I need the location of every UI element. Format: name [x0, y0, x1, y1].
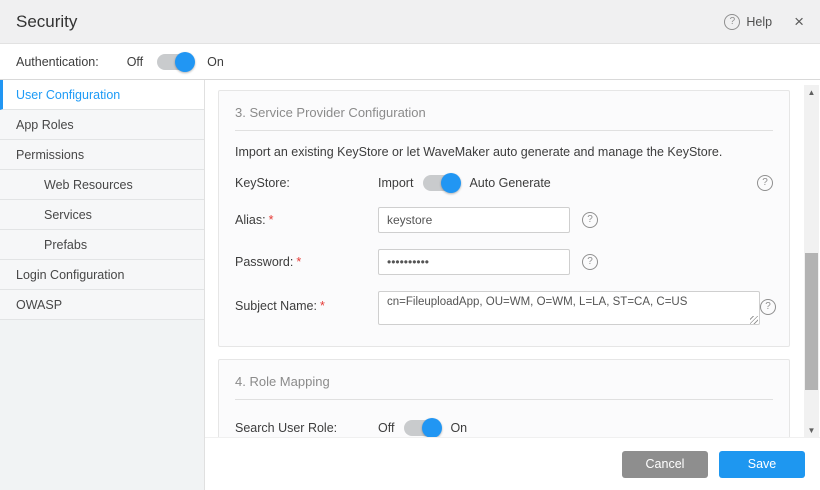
scroll-down-icon[interactable]: ▼ [804, 423, 819, 437]
scrollbar-thumb[interactable] [805, 253, 818, 390]
help-label: Help [746, 15, 772, 29]
vertical-scrollbar: ▲ ▼ [804, 85, 819, 437]
subject-name-field-wrap: cn=FileuploadApp, OU=WM, O=WM, L=LA, ST=… [378, 291, 760, 328]
search-user-role-toggle[interactable] [404, 420, 440, 436]
search-user-role-off-label: Off [378, 421, 394, 435]
section-title: 3. Service Provider Configuration [235, 105, 773, 131]
page-title: Security [16, 12, 77, 32]
authentication-off-label: Off [127, 55, 143, 69]
toggle-knob [175, 52, 195, 72]
keystore-autogenerate-label: Auto Generate [469, 176, 550, 190]
authentication-bar: Authentication: Off On [0, 44, 820, 80]
subject-name-label: Subject Name:* [235, 291, 378, 313]
authentication-on-label: On [207, 55, 224, 69]
sidebar-item-prefabs[interactable]: Prefabs [0, 230, 204, 260]
alias-input[interactable] [378, 207, 570, 233]
sidebar-item-user-configuration[interactable]: User Configuration [0, 80, 204, 110]
help-button[interactable]: ? Help [724, 14, 772, 30]
keystore-label: KeyStore: [235, 176, 378, 190]
toggle-knob [422, 418, 442, 437]
header: Security ? Help × [0, 0, 820, 44]
sidebar-item-web-resources[interactable]: Web Resources [0, 170, 204, 200]
sidebar-item-permissions[interactable]: Permissions [0, 140, 204, 170]
help-icon: ? [724, 14, 740, 30]
subject-name-textarea[interactable]: cn=FileuploadApp, OU=WM, O=WM, L=LA, ST=… [378, 291, 760, 325]
keystore-help-icon[interactable]: ? [757, 175, 773, 191]
save-button[interactable]: Save [719, 451, 805, 478]
keystore-import-label: Import [378, 176, 413, 190]
sidebar: User Configuration App Roles Permissions… [0, 80, 205, 490]
required-marker: * [269, 213, 274, 227]
alias-help-icon[interactable]: ? [582, 212, 598, 228]
section-title: 4. Role Mapping [235, 374, 773, 400]
password-input[interactable] [378, 249, 570, 275]
required-marker: * [320, 299, 325, 313]
password-label: Password:* [235, 255, 378, 269]
section-description: Import an existing KeyStore or let WaveM… [235, 145, 773, 159]
security-dialog: Security ? Help × Authentication: Off On… [0, 0, 820, 490]
role-mapping-panel: 4. Role Mapping Search User Role: Off On [218, 359, 790, 437]
toggle-knob [441, 173, 461, 193]
footer: Cancel Save [205, 437, 820, 490]
authentication-label: Authentication: [16, 55, 99, 69]
alias-label: Alias:* [235, 213, 378, 227]
search-user-role-on-label: On [450, 421, 467, 435]
service-provider-configuration-panel: 3. Service Provider Configuration Import… [218, 90, 790, 347]
search-user-role-label: Search User Role: [235, 421, 378, 435]
subject-name-help-icon[interactable]: ? [760, 299, 776, 315]
password-help-icon[interactable]: ? [582, 254, 598, 270]
keystore-toggle[interactable] [423, 175, 459, 191]
close-icon[interactable]: × [794, 13, 804, 30]
sidebar-item-services[interactable]: Services [0, 200, 204, 230]
sidebar-item-owasp[interactable]: OWASP [0, 290, 204, 320]
sidebar-item-login-configuration[interactable]: Login Configuration [0, 260, 204, 290]
cancel-button[interactable]: Cancel [622, 451, 708, 478]
scroll-up-icon[interactable]: ▲ [804, 85, 819, 99]
content-scroll-area: 3. Service Provider Configuration Import… [205, 80, 820, 437]
required-marker: * [296, 255, 301, 269]
authentication-toggle[interactable] [157, 54, 193, 70]
sidebar-item-app-roles[interactable]: App Roles [0, 110, 204, 140]
